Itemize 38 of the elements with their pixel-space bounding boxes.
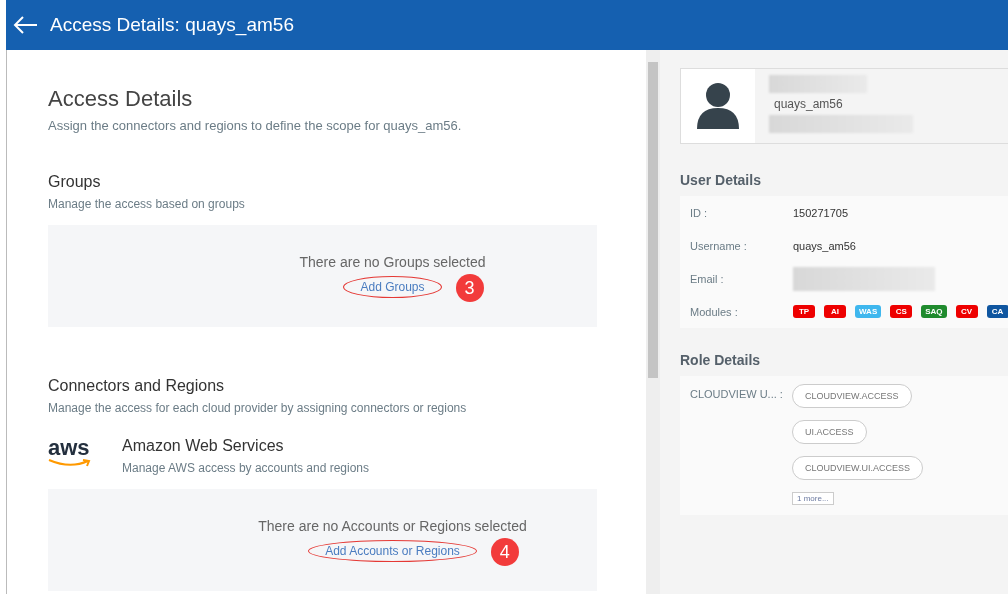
groups-subtitle: Manage the access based on groups <box>48 197 246 211</box>
section-subtitle: Assign the connectors and regions to define the scope for quays_am56. <box>48 118 463 133</box>
callout-badge: 4 <box>490 538 519 566</box>
aws-logo: aws <box>48 437 92 467</box>
provider-description: Manage AWS access by accounts and regions <box>122 461 370 475</box>
module-badge: CA <box>986 305 1008 318</box>
detail-value: 150271705 <box>793 206 849 219</box>
module-badge: CS <box>890 305 913 318</box>
permission-chip: CLOUDVIEW.ACCESS <box>792 384 912 408</box>
page-title: Access Details: quays_am56 <box>50 14 294 36</box>
permission-chip: UI.ACCESS <box>792 420 867 444</box>
connectors-subtitle: Manage the access for each cloud provider by assigning connectors or regions <box>48 401 468 415</box>
user-details-title: User Details <box>680 172 762 188</box>
callout-badge: 3 <box>455 274 484 302</box>
detail-label: ID : <box>689 206 709 219</box>
groups-title: Groups <box>48 173 102 191</box>
module-badge: WAS <box>855 305 882 318</box>
module-badge: SAQ <box>921 305 947 318</box>
empty-message: There are no Accounts or Regions selected <box>258 518 527 534</box>
detail-label: Email : <box>689 272 725 285</box>
detail-label: Modules : <box>689 305 739 318</box>
detail-value: quays_am56 <box>793 239 856 252</box>
role-name: CLOUDVIEW U... : <box>690 387 784 402</box>
user-avatar-icon <box>696 82 740 130</box>
role-details-title: Role Details <box>680 352 762 368</box>
module-badge: AI <box>824 305 846 318</box>
scrollbar-thumb[interactable] <box>648 62 658 378</box>
provider-name: Amazon Web Services <box>122 437 285 455</box>
more-link[interactable]: 1 more... <box>792 492 834 505</box>
module-badge: CV <box>955 305 978 318</box>
empty-message: There are no Groups selected <box>299 254 486 270</box>
module-badge: TP <box>793 305 815 318</box>
back-arrow-icon[interactable] <box>12 15 38 35</box>
permission-chip: CLOUDVIEW.UI.ACCESS <box>792 456 924 480</box>
section-title: Access Details <box>48 86 194 112</box>
profile-username: quays_am56 <box>773 97 844 111</box>
detail-label: Username : <box>689 239 748 252</box>
connectors-title: Connectors and Regions <box>48 377 226 395</box>
